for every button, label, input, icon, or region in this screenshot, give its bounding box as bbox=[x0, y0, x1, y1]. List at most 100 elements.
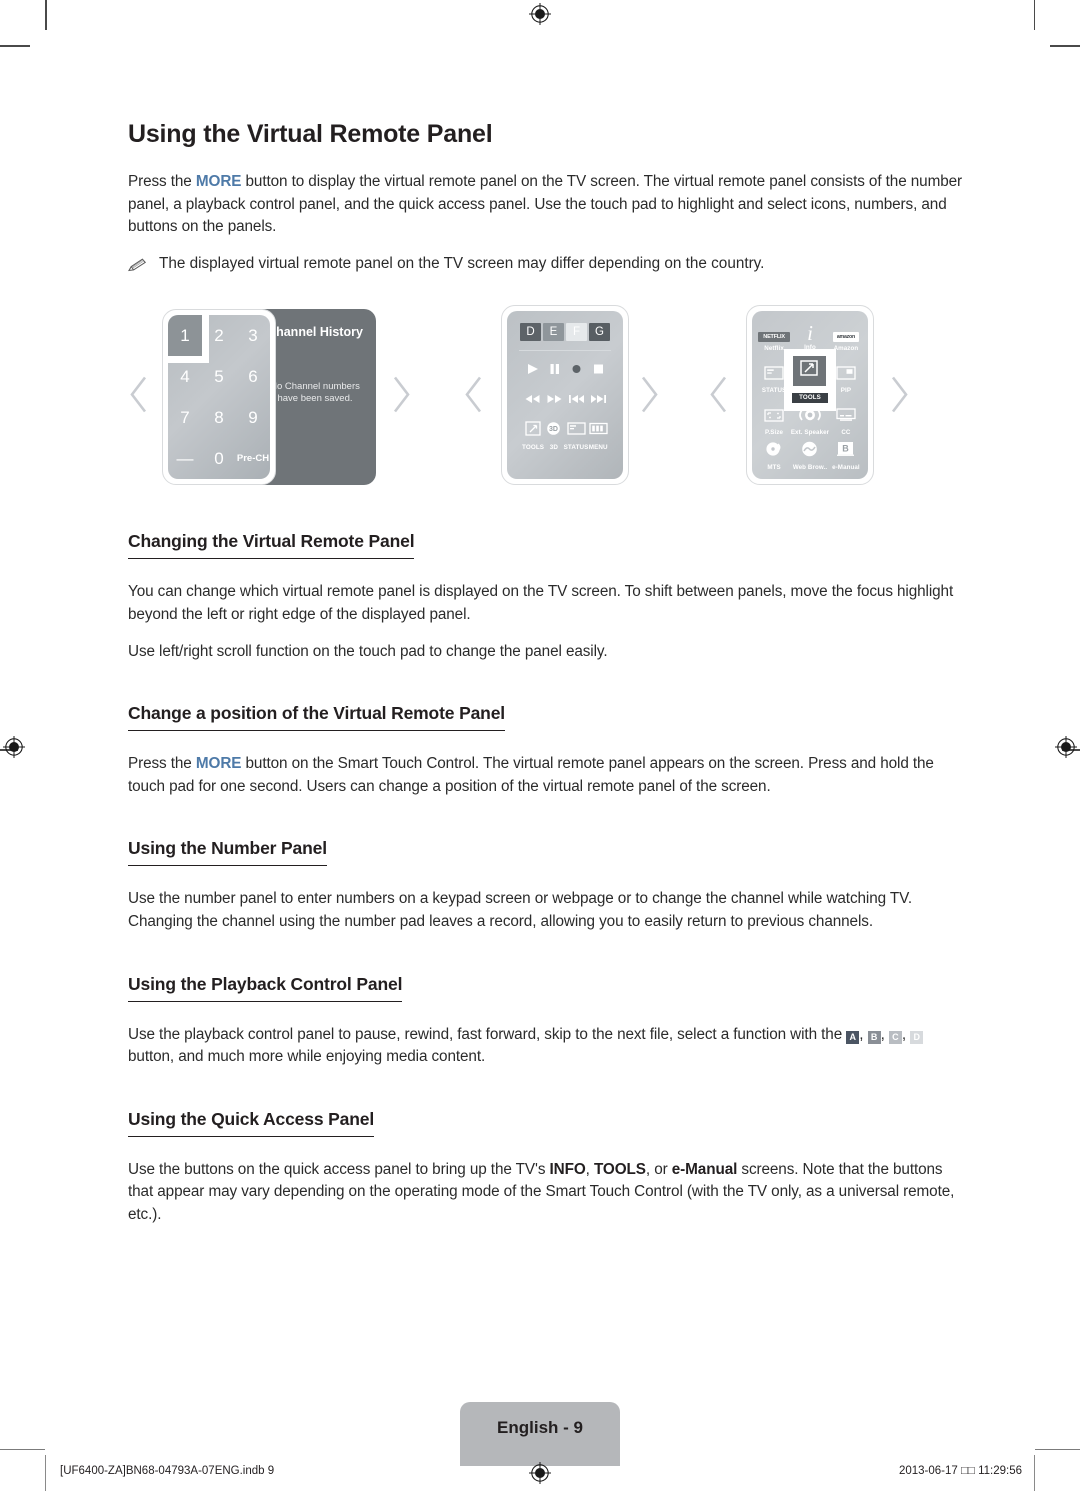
pause-icon[interactable] bbox=[544, 362, 564, 380]
e-manual-icon: B bbox=[836, 442, 855, 461]
number-key-1[interactable]: 1 bbox=[168, 315, 202, 357]
color-key-e[interactable]: E bbox=[543, 323, 564, 342]
registration-target-icon-bottom bbox=[529, 1462, 551, 1484]
quick-picture-size-button[interactable]: P.Size bbox=[764, 409, 784, 436]
stop-icon[interactable] bbox=[588, 362, 608, 380]
chevron-left-icon-1 bbox=[128, 375, 150, 420]
crop-mark-top-left-horizontal bbox=[0, 45, 30, 47]
quick-cc-button[interactable]: CC bbox=[836, 408, 856, 436]
quick-access-panel-surface: NETFLIX Netflix i Info amazon Amazon STA… bbox=[752, 311, 868, 480]
quick-info-label: Info bbox=[804, 344, 816, 352]
chevron-left-icon-3 bbox=[708, 375, 730, 420]
section-change-position: Change a position of the Virtual Remote … bbox=[128, 703, 966, 732]
quick-web-browser-button[interactable]: Web Brow.. bbox=[793, 441, 827, 471]
number-key-pre-ch[interactable]: Pre- CH bbox=[236, 438, 270, 479]
number-key-2[interactable]: 2 bbox=[202, 315, 236, 356]
section-2-paragraph-1: Press the MORE button on the Smart Touch… bbox=[128, 753, 966, 798]
next-icon[interactable] bbox=[588, 391, 608, 409]
quick-pip-label: PIP bbox=[840, 387, 852, 395]
quick-netflix-button[interactable]: NETFLIX Netflix bbox=[758, 325, 790, 352]
record-icon[interactable] bbox=[566, 362, 586, 380]
sep1: , bbox=[859, 1025, 868, 1043]
color-key-g[interactable]: G bbox=[589, 323, 610, 342]
section-using-playback-control-panel: Using the Playback Control Panel bbox=[128, 974, 966, 1002]
number-key-7[interactable]: 7 bbox=[168, 397, 202, 438]
rewind-icon[interactable] bbox=[522, 391, 542, 409]
ext-speaker-icon bbox=[797, 409, 823, 426]
number-key-dash[interactable]: — bbox=[168, 438, 202, 479]
status-icon bbox=[764, 366, 784, 384]
info-icon: i bbox=[807, 321, 813, 346]
number-key-9[interactable]: 9 bbox=[236, 397, 270, 438]
number-key-3[interactable]: 3 bbox=[236, 315, 270, 356]
quick-ext-speaker-button[interactable]: Ext. Speaker bbox=[791, 408, 829, 436]
number-panel[interactable]: 1 2 3 4 5 6 7 8 9 — 0 Pre- CH bbox=[162, 309, 276, 486]
quick-ext-speaker-label: Ext. Speaker bbox=[790, 429, 830, 437]
footer-tick-left bbox=[45, 1455, 46, 1491]
section-1-paragraph-2: Use left/right scroll function on the to… bbox=[128, 642, 608, 660]
page-content: Using the Virtual Remote Panel Press the… bbox=[127, 0, 966, 1227]
quick-e-manual-label: e-Manual bbox=[832, 464, 860, 472]
quick-pip-button[interactable]: PIP bbox=[836, 366, 856, 394]
section-changing-virtual-remote-panel: Changing the Virtual Remote Panel bbox=[128, 531, 966, 560]
section-5-paragraph-1: Use the buttons on the quick access pane… bbox=[128, 1159, 966, 1227]
svg-text:B: B bbox=[843, 444, 850, 454]
footer-file-name: [UF6400-ZA]BN68-04793A-07ENG.indb 9 bbox=[60, 1465, 275, 1477]
color-key-d[interactable]: D bbox=[520, 323, 541, 342]
pre-ch-line2: CH bbox=[255, 452, 270, 464]
playback-menu-button[interactable]: MENU bbox=[588, 421, 608, 451]
quick-web-browser-label: Web Brow.. bbox=[792, 464, 828, 472]
playback-panel-surface: D E F G TOOLS 3D 3D STATUS MENU bbox=[507, 311, 623, 480]
section-using-number-panel: Using the Number Panel bbox=[128, 838, 966, 867]
section-4-paragraph-1: Use the playback control panel to pause,… bbox=[128, 1024, 966, 1069]
page-number-tab: English - 9 bbox=[460, 1402, 620, 1466]
section-heading-4: Using the Playback Control Panel bbox=[128, 974, 402, 1002]
number-key-8[interactable]: 8 bbox=[202, 397, 236, 438]
quick-tools-button[interactable]: TOOLS bbox=[790, 355, 830, 406]
number-keypad-grid: 1 2 3 4 5 6 7 8 9 — 0 Pre- CH bbox=[168, 315, 270, 479]
quick-mts-button[interactable]: MTS bbox=[765, 441, 783, 471]
term-e-manual: e-Manual bbox=[671, 1160, 738, 1178]
number-key-5[interactable]: 5 bbox=[202, 356, 236, 397]
web-browser-icon bbox=[801, 442, 818, 461]
registration-target-icon-left bbox=[3, 736, 25, 758]
quick-amazon-label: Amazon bbox=[833, 344, 859, 352]
pencil-icon bbox=[127, 257, 150, 280]
section-1-paragraph-1: You can change which virtual remote pane… bbox=[128, 583, 954, 623]
play-icon[interactable] bbox=[522, 362, 542, 380]
playback-3d-label: 3D bbox=[549, 444, 558, 452]
quick-access-panel[interactable]: NETFLIX Netflix i Info amazon Amazon STA… bbox=[746, 305, 874, 486]
term-info: INFO bbox=[549, 1160, 586, 1178]
page-number-label: English - 9 bbox=[497, 1418, 583, 1437]
s4-text-a: Use the playback control panel to pause,… bbox=[128, 1025, 847, 1043]
section-heading-3: Using the Number Panel bbox=[128, 838, 327, 867]
playback-tools-button[interactable]: TOOLS bbox=[522, 421, 544, 451]
section-3-paragraph-1: Use the number panel to enter numbers on… bbox=[128, 890, 912, 930]
number-key-4[interactable]: 4 bbox=[168, 356, 202, 397]
netflix-icon: NETFLIX bbox=[758, 331, 790, 342]
quick-amazon-button[interactable]: amazon Amazon bbox=[832, 325, 859, 352]
picture-size-icon bbox=[764, 409, 784, 426]
virtual-remote-panel-illustration: Channel History No Channel numbers have … bbox=[128, 297, 966, 497]
playback-control-panel[interactable]: D E F G TOOLS 3D 3D STATUS MENU bbox=[501, 305, 629, 486]
pre-ch-line1: Pre- bbox=[236, 452, 256, 464]
svg-text:3D: 3D bbox=[549, 427, 558, 434]
quick-info-button[interactable]: i Info bbox=[804, 321, 816, 352]
playback-status-label: STATUS bbox=[563, 444, 589, 452]
quick-status-button[interactable]: STATUS bbox=[762, 366, 786, 394]
quick-e-manual-button[interactable]: B e-Manual bbox=[832, 441, 860, 471]
number-key-0[interactable]: 0 bbox=[202, 438, 236, 479]
channel-history-message-line1: No Channel numbers bbox=[270, 381, 360, 393]
function-row: TOOLS 3D 3D STATUS MENU bbox=[517, 421, 613, 451]
intro-text-a: Press the bbox=[128, 173, 196, 190]
section-heading-2: Change a position of the Virtual Remote … bbox=[128, 703, 505, 732]
number-key-6[interactable]: 6 bbox=[236, 356, 270, 397]
fast-forward-icon[interactable] bbox=[544, 391, 564, 409]
playback-3d-button[interactable]: 3D 3D bbox=[544, 421, 564, 451]
transport-row-primary bbox=[517, 362, 613, 380]
color-key-f[interactable]: F bbox=[566, 323, 587, 342]
previous-icon[interactable] bbox=[566, 391, 586, 409]
playback-status-button[interactable]: STATUS bbox=[564, 421, 589, 451]
mts-icon bbox=[765, 442, 783, 461]
note-row: The displayed virtual remote panel on th… bbox=[127, 253, 966, 280]
